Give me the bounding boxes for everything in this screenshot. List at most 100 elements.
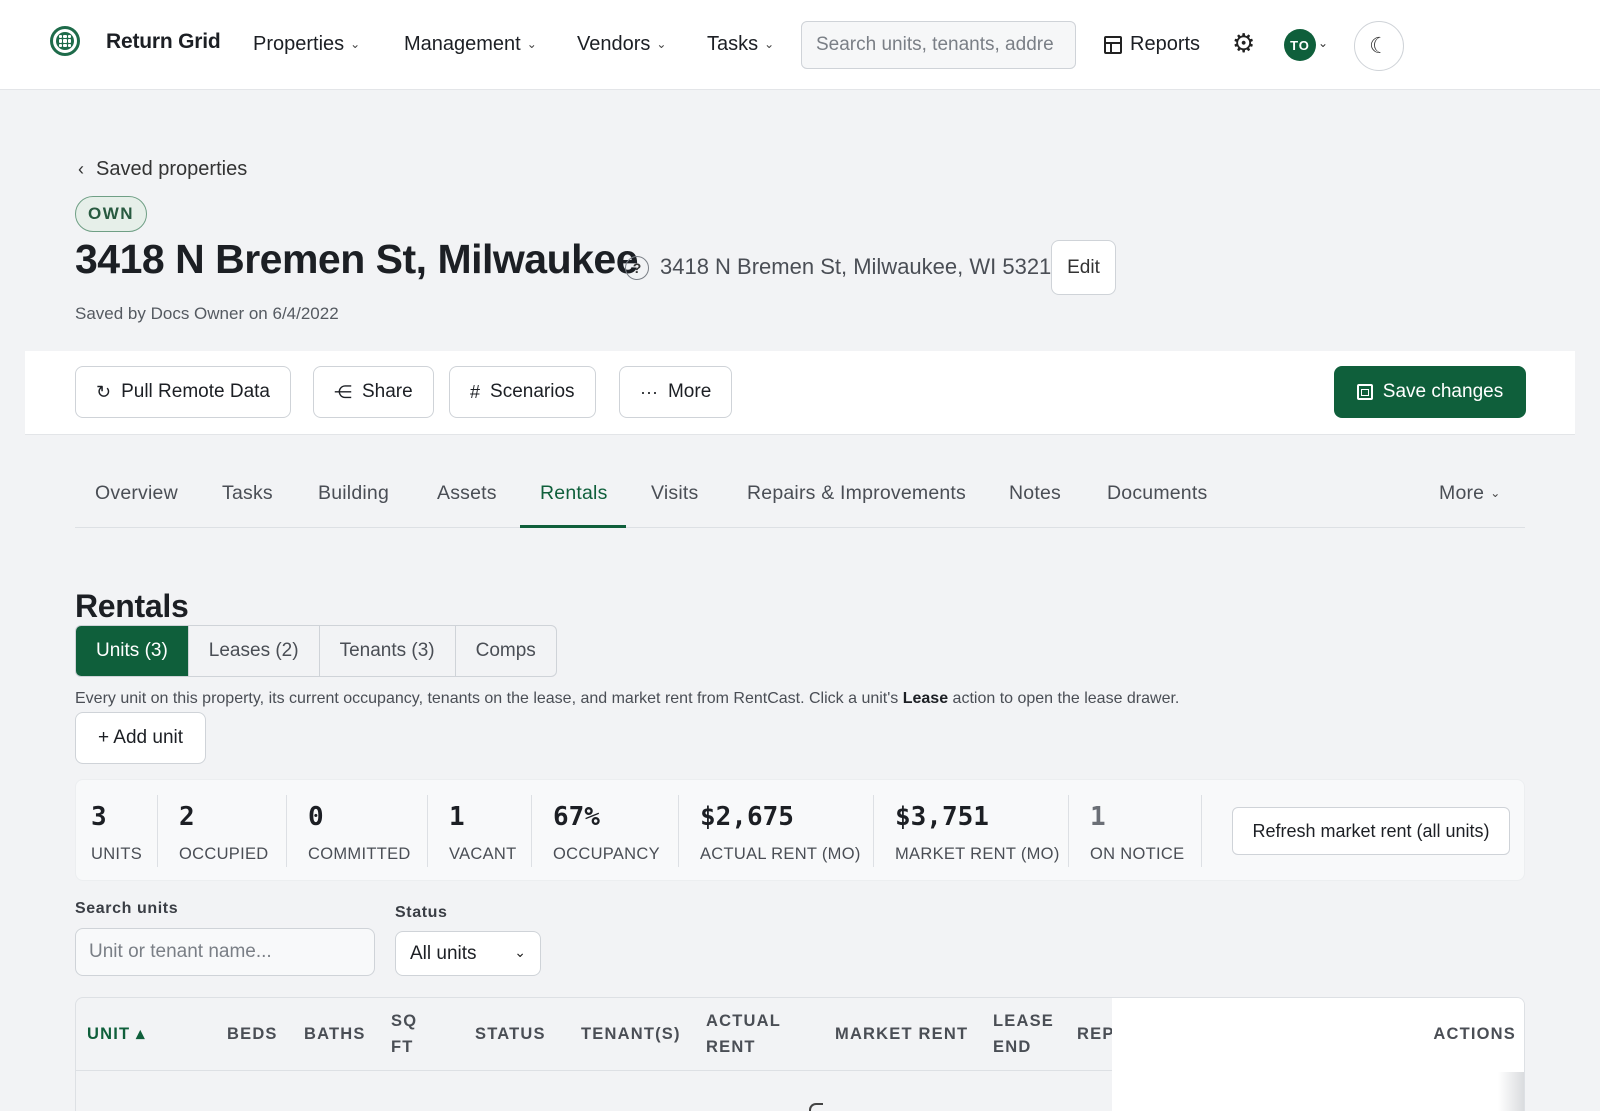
chevron-down-icon: ⌄ [350,36,361,51]
ownership-badge: OWN [75,196,148,232]
search-units-label: Search units [75,900,179,917]
status-select-value: All units [410,942,477,964]
nav-tasks[interactable]: Tasks ⌄ [707,33,774,56]
loading-spinner-icon [809,1103,823,1111]
stat-label: OCCUPIED [179,845,269,863]
sticky-actions-column: ACTIONS [1112,998,1524,1111]
chevron-down-icon[interactable]: ⌄ [1318,36,1328,50]
tab-documents[interactable]: Documents [1107,482,1207,505]
tab-visits[interactable]: Visits [651,482,698,505]
gear-icon[interactable]: ⚙ [1232,30,1255,56]
tab-notes[interactable]: Notes [1009,482,1061,505]
segment-comps[interactable]: Comps [456,626,556,676]
description-bold: Lease [902,690,949,707]
scenarios-label: Scenarios [490,381,575,402]
save-changes-button[interactable]: Save changes [1334,366,1526,418]
brand-name[interactable]: Return Grid [106,30,221,54]
tab-more-label: More [1439,482,1485,504]
units-table: UNIT ▴ BEDS BATHS SQ FT STATUS TENANT(S)… [75,997,1525,1111]
column-header-lease-end[interactable]: LEASE END [993,1008,1054,1060]
nav-tasks-label: Tasks [707,33,759,55]
column-header-status[interactable]: STATUS [475,1021,546,1047]
stat-label: ON NOTICE [1090,845,1185,863]
help-icon[interactable]: ? [625,256,649,280]
column-header-actions: ACTIONS [1433,1025,1516,1043]
refresh-market-rent-button[interactable]: Refresh market rent (all units) [1232,807,1510,855]
edit-address-button[interactable]: Edit [1051,240,1116,295]
logo-icon[interactable] [50,26,80,56]
global-search-input[interactable] [801,21,1076,69]
header-line: ACTUAL [706,1012,782,1030]
column-header-tenants[interactable]: TENANT(S) [581,1021,681,1047]
tab-rentals[interactable]: Rentals [540,482,608,505]
nav-management[interactable]: Management ⌄ [404,33,537,56]
scenarios-button[interactable]: # Scenarios [449,366,596,418]
column-header-market-rent[interactable]: MARKET RENT [835,1021,968,1047]
stats-panel: 3 UNITS 2 OCCUPIED 0 COMMITTED 1 VACANT … [75,779,1525,881]
column-header-unit[interactable]: UNIT ▴ [87,1021,146,1047]
chevron-down-icon: ⌄ [1490,485,1501,500]
nav-properties[interactable]: Properties ⌄ [253,33,360,56]
status-select[interactable]: All units ⌄ [395,931,541,976]
stat-label: UNITS [91,845,142,863]
nav-properties-label: Properties [253,33,345,55]
section-title: Rentals [75,588,189,624]
rentals-segmented-control: Units (3) Leases (2) Tenants (3) Comps [75,625,557,677]
tab-building[interactable]: Building [318,482,389,505]
tab-overview[interactable]: Overview [95,482,178,505]
description-text-end: action to open the lease drawer. [948,690,1180,707]
stat-value: 1 [449,802,465,832]
tab-assets[interactable]: Assets [437,482,497,505]
column-header-rep[interactable]: REP [1077,1021,1115,1047]
stat-label: OCCUPANCY [553,845,660,863]
stat-label: ACTUAL RENT (MO) [700,845,861,863]
scroll-shadow [1498,1072,1524,1111]
stat-value: $3,751 [895,802,989,832]
ellipsis-icon: ··· [640,381,658,402]
stat-value: 2 [179,802,195,832]
save-changes-label: Save changes [1382,381,1504,402]
refresh-icon: ↻ [96,381,112,402]
rentals-description: Every unit on this property, its current… [75,690,1179,708]
column-header-actual-rent[interactable]: ACTUAL RENT [706,1008,781,1060]
unit-search-input[interactable] [75,928,375,976]
stat-divider [678,795,679,867]
tab-tasks[interactable]: Tasks [222,482,273,505]
tab-repairs-improvements[interactable]: Repairs & Improvements [747,482,966,505]
property-tabs: Overview Tasks Building Assets Rentals V… [75,470,1525,528]
stat-divider [427,795,428,867]
status-label: Status [395,904,448,921]
hash-icon: # [470,381,481,402]
share-button[interactable]: ⋲ Share [313,366,434,418]
chevron-down-icon: ⌄ [514,944,526,960]
chevron-down-icon: ⌄ [526,36,537,51]
reports-link[interactable]: Reports [1104,33,1200,56]
stat-value: 67% [553,802,600,832]
share-label: Share [362,381,413,402]
moon-icon: ☾ [1369,33,1389,58]
share-icon: ⋲ [334,381,352,402]
avatar[interactable]: TO [1284,29,1316,61]
segment-tenants[interactable]: Tenants (3) [320,626,456,676]
more-actions-label: More [667,381,712,402]
add-unit-button[interactable]: + Add unit [75,712,206,764]
property-address: 3418 N Bremen St, Milwaukee, WI 53212 [660,254,1064,279]
tab-more[interactable]: More ⌄ [1439,482,1501,505]
dark-mode-toggle[interactable]: ☾ [1354,21,1404,71]
column-header-beds[interactable]: BEDS [227,1021,278,1047]
stat-divider [873,795,874,867]
stat-value: $2,675 [700,802,794,832]
back-link[interactable]: ‹ Saved properties [78,158,247,181]
column-header-baths[interactable]: BATHS [304,1021,366,1047]
back-link-label: Saved properties [96,158,248,180]
chevron-left-icon: ‹ [78,159,84,179]
header-line: END [993,1038,1032,1056]
segment-leases[interactable]: Leases (2) [189,626,320,676]
stat-divider [157,795,158,867]
more-actions-button[interactable]: ··· More [619,366,733,418]
segment-units[interactable]: Units (3) [76,626,189,676]
header-line: LEASE [993,1012,1055,1030]
pull-remote-data-button[interactable]: ↻ Pull Remote Data [75,366,291,418]
nav-vendors[interactable]: Vendors ⌄ [577,33,666,56]
column-header-sqft[interactable]: SQ FT [391,1008,417,1060]
